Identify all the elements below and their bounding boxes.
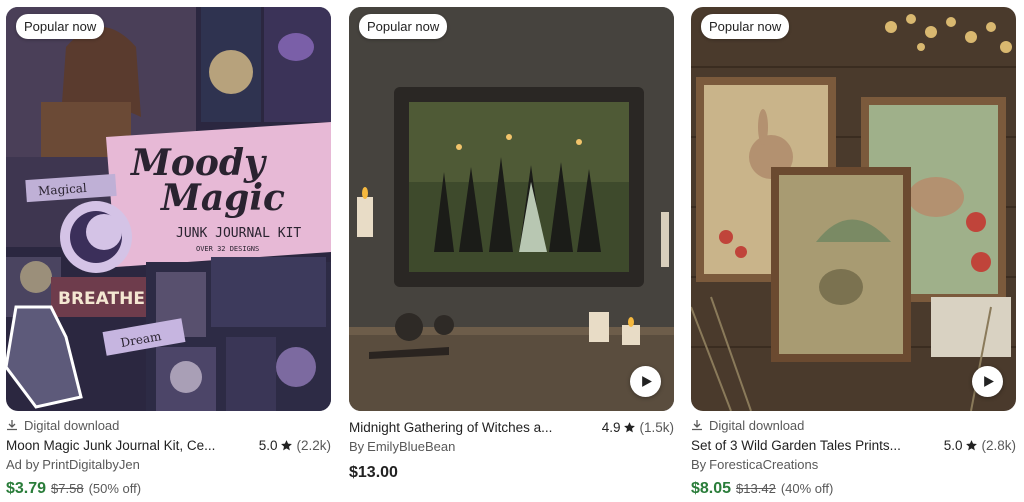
discount-percent: (40% off): [780, 481, 834, 496]
rating-value: 5.0: [943, 437, 963, 453]
listing-image-1[interactable]: Moody Magic JUNK JOURNAL KIT OVER 32 DES…: [6, 7, 331, 411]
shop-prefix: By: [349, 439, 365, 454]
shop-name-link[interactable]: ForesticaCreations: [709, 457, 818, 472]
image-title-line2: Magic: [159, 177, 285, 219]
listing-title[interactable]: Midnight Gathering of Witches a...: [349, 420, 552, 435]
star-icon: [281, 439, 293, 450]
shop-line: By ForesticaCreations: [691, 456, 1016, 474]
popular-now-badge: Popular now: [16, 14, 105, 39]
play-video-button[interactable]: [972, 366, 1003, 397]
listing-image-art-3: [691, 7, 1016, 411]
rating-value: 4.9: [601, 419, 621, 435]
review-count: (2.8k): [981, 437, 1016, 453]
listing-image-2[interactable]: Popular now: [349, 7, 674, 411]
price-row: $8.05 $13.42 (40% off): [691, 480, 1016, 498]
star-icon: [966, 439, 978, 450]
listing-card-3[interactable]: Popular now Digital download Set of 3 Wi…: [691, 7, 1016, 498]
rating-value: 5.0: [258, 437, 278, 453]
digital-download-label: Digital download: [6, 416, 331, 434]
original-price: $13.42: [736, 481, 776, 496]
listing-rating: 4.9 (1.5k): [602, 420, 674, 435]
sale-price: $3.79: [6, 480, 47, 497]
digital-download-text: Digital download: [24, 417, 120, 433]
discount-percent: (50% off): [88, 481, 142, 496]
image-title-line4: OVER 32 DESIGNS: [196, 245, 259, 253]
shop-name-link[interactable]: PrintDigitalbyJen: [42, 457, 140, 472]
listing-rating: 5.0 (2.2k): [259, 438, 331, 453]
image-title-line3: JUNK JOURNAL KIT: [176, 226, 301, 241]
download-icon: [7, 420, 17, 431]
popular-now-badge: Popular now: [359, 14, 448, 39]
original-price: $7.58: [51, 481, 84, 496]
shop-prefix: By: [691, 457, 707, 472]
shop-line: Ad by PrintDigitalbyJen: [6, 456, 331, 474]
listing-card-1[interactable]: Moody Magic JUNK JOURNAL KIT OVER 32 DES…: [6, 7, 331, 498]
listing-title[interactable]: Moon Magic Junk Journal Kit, Ce...: [6, 438, 215, 453]
price-row: $3.79 $7.58 (50% off): [6, 480, 331, 498]
shop-line: By EmilyBlueBean: [349, 438, 674, 456]
review-count: (1.5k): [639, 419, 674, 435]
image-tag-2: BREATHE: [58, 289, 145, 309]
listing-title[interactable]: Set of 3 Wild Garden Tales Prints...: [691, 438, 901, 453]
listing-card-2[interactable]: Popular now Midnight Gathering of Witche…: [349, 7, 674, 482]
listing-rating: 5.0 (2.8k): [944, 438, 1016, 453]
listing-image-art-1: Moody Magic JUNK JOURNAL KIT OVER 32 DES…: [6, 7, 331, 411]
play-icon: [984, 376, 994, 387]
sale-price: $8.05: [691, 480, 732, 497]
price-row: $13.00: [349, 464, 674, 482]
popular-now-badge: Popular now: [701, 14, 790, 39]
play-video-button[interactable]: [630, 366, 661, 397]
digital-download-label: Digital download: [691, 416, 1016, 434]
listing-image-art-2: [349, 7, 674, 411]
digital-download-text: Digital download: [709, 417, 805, 433]
price: $13.00: [349, 464, 398, 481]
star-icon: [624, 421, 636, 432]
review-count: (2.2k): [296, 437, 331, 453]
play-icon: [642, 376, 652, 387]
listing-image-3[interactable]: Popular now: [691, 7, 1016, 411]
download-icon: [692, 420, 702, 431]
shop-prefix: Ad by: [6, 457, 40, 472]
shop-name-link[interactable]: EmilyBlueBean: [367, 439, 455, 454]
